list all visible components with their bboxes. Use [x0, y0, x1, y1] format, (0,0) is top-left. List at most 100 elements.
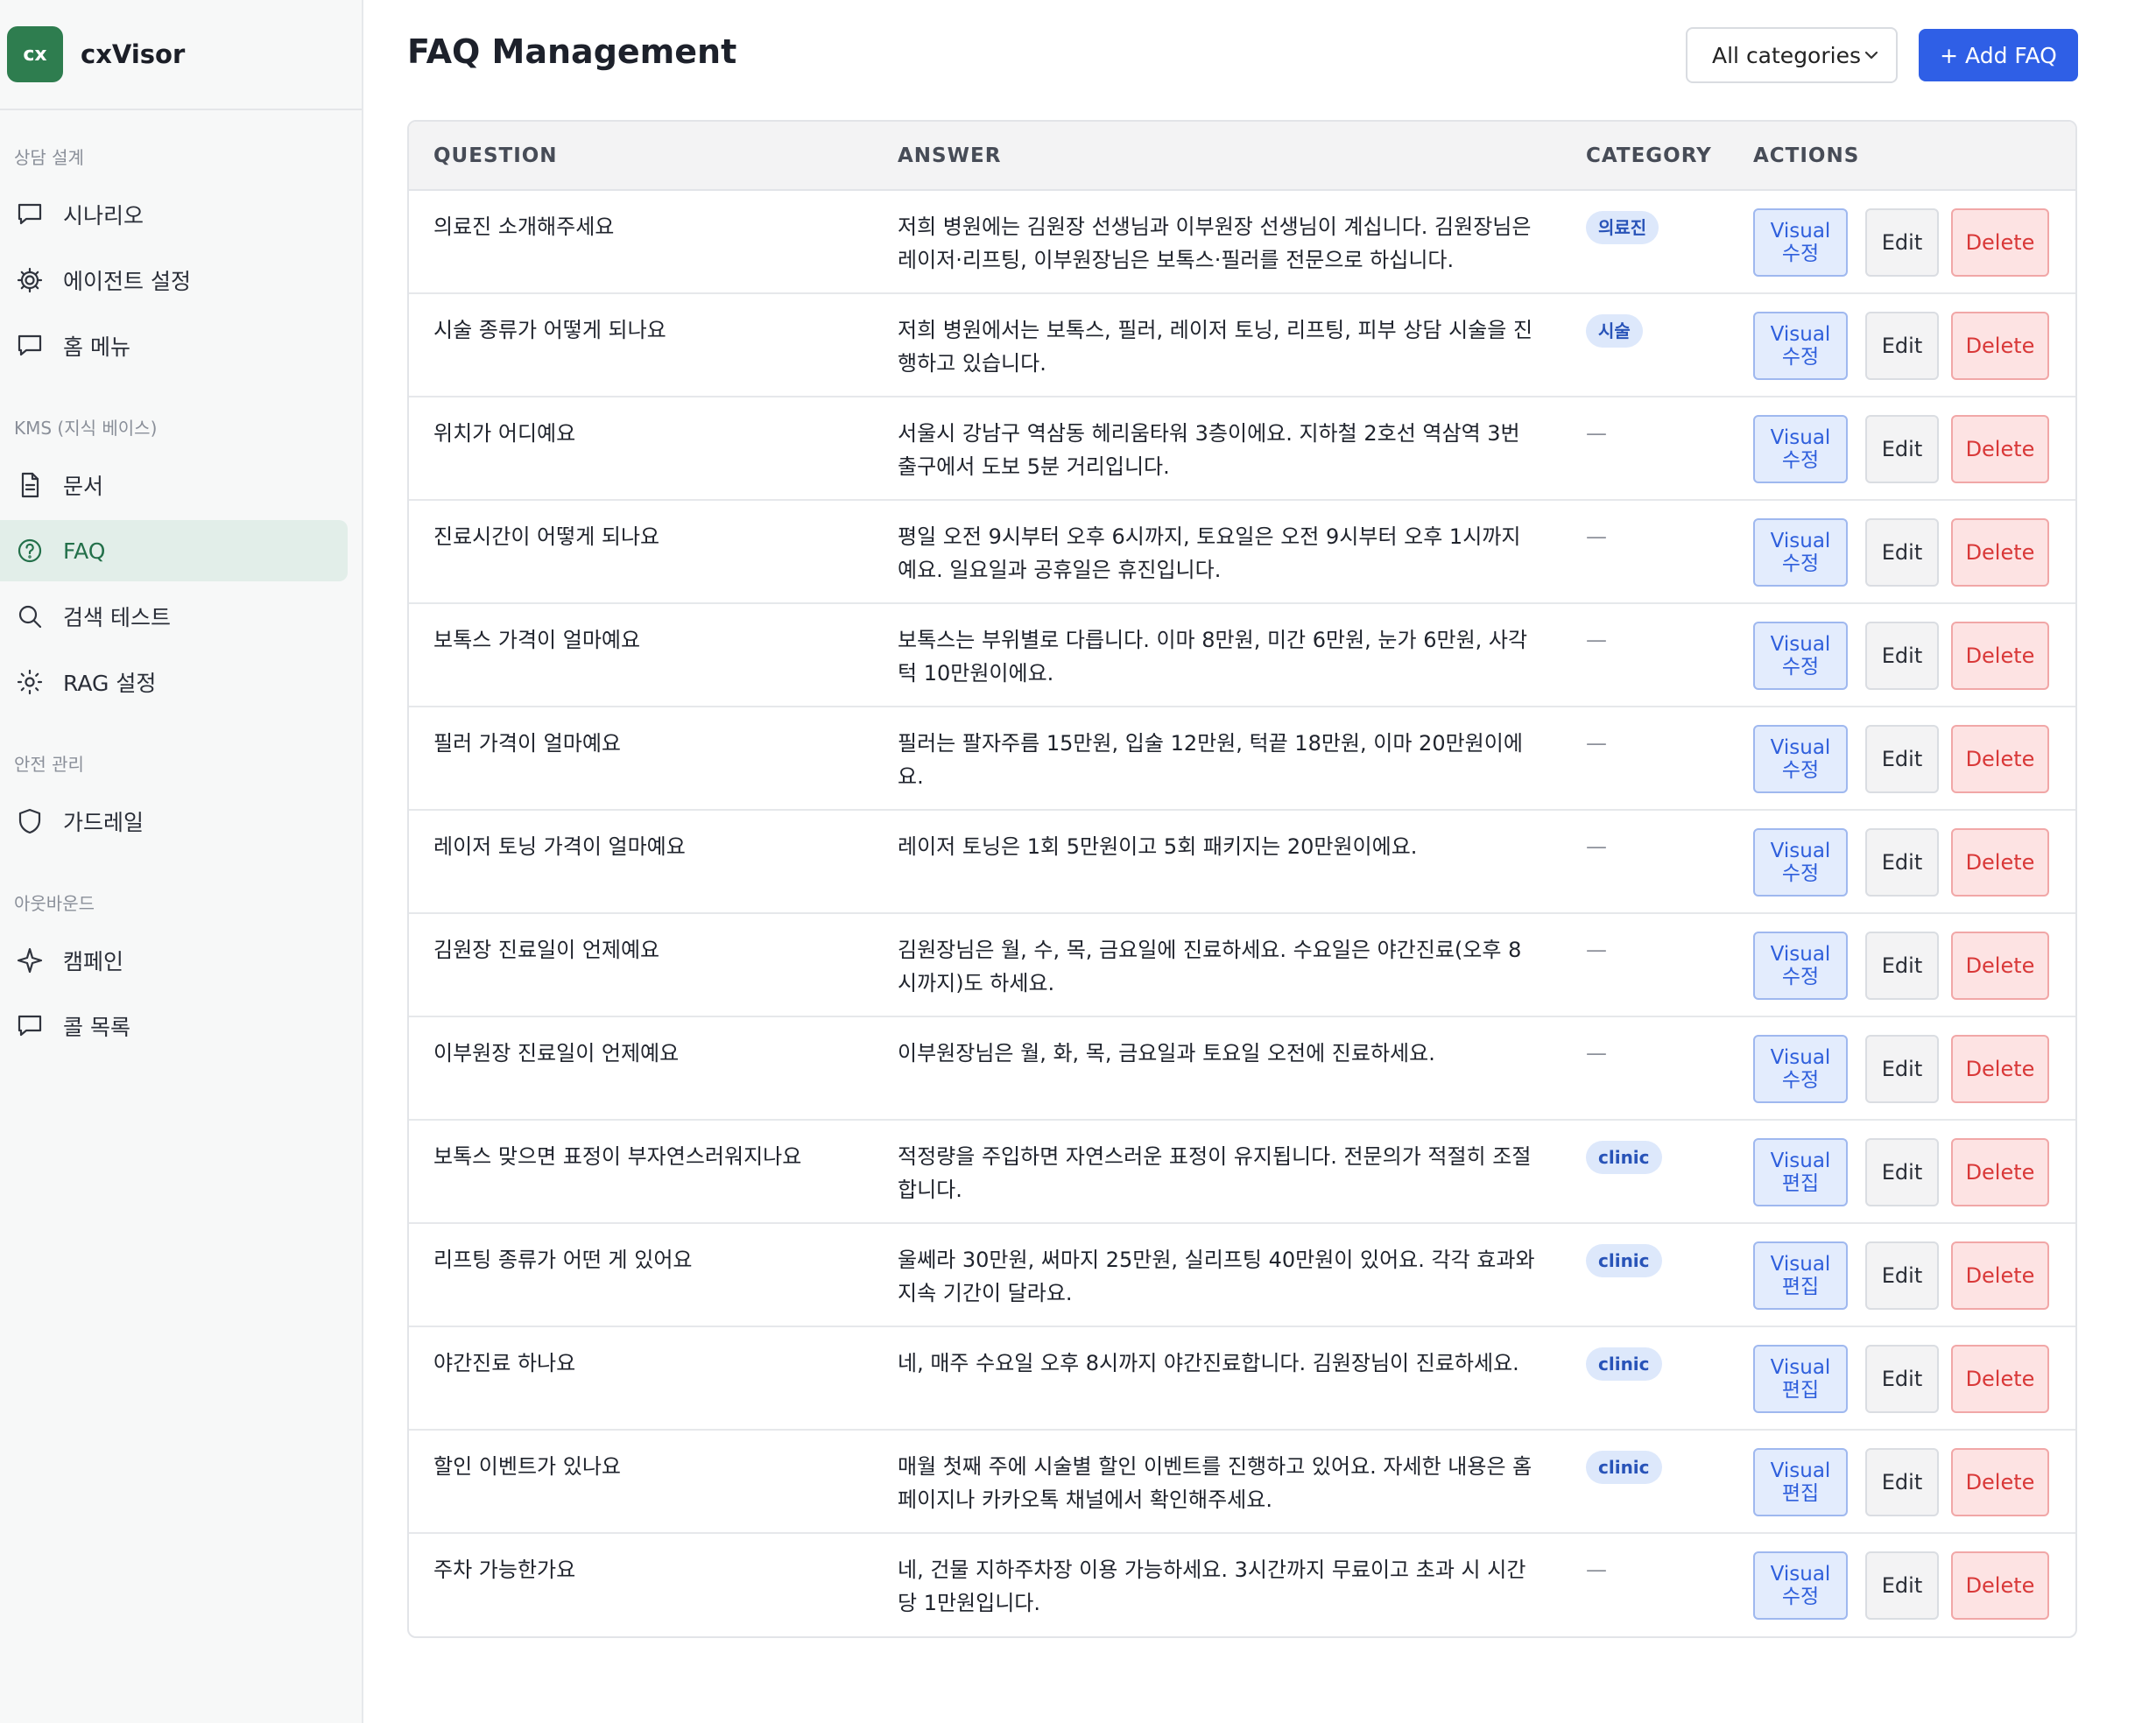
empty-category: — [1586, 524, 1607, 549]
edit-button[interactable]: Edit [1865, 1035, 1939, 1103]
table-row: 주차 가능한가요 네, 건물 지하주차장 이용 가능하세요. 3시간까지 무료이고… [409, 1533, 2075, 1636]
delete-button[interactable]: Delete [1951, 622, 2049, 690]
delete-button[interactable]: Delete [1951, 518, 2049, 587]
edit-button[interactable]: Edit [1865, 415, 1939, 483]
sidebar-item[interactable]: RAG 설정 [0, 651, 348, 713]
sidebar-item[interactable]: FAQ [0, 520, 348, 581]
visual-edit-label: Visual [1770, 323, 1831, 346]
nav-group: 상담 설계 시나리오 에이전트 설정 홈 메뉴 [0, 110, 362, 376]
visual-edit-label: Visual [1770, 943, 1831, 966]
edit-button[interactable]: Edit [1865, 622, 1939, 690]
nav-group-heading: KMS (지식 베이스) [14, 418, 158, 439]
edit-button[interactable]: Edit [1865, 1551, 1939, 1620]
edit-button[interactable]: Edit [1865, 1345, 1939, 1413]
delete-button[interactable]: Delete [1951, 932, 2049, 1000]
delete-button[interactable]: Delete [1951, 1448, 2049, 1516]
visual-edit-label: Visual [1770, 1253, 1831, 1276]
visual-edit-sublabel: 수정 [1781, 346, 1820, 369]
edit-button[interactable]: Edit [1865, 312, 1939, 380]
faq-answer: 필러는 팔자주름 15만원, 입술 12만원, 턱끝 18만원, 이마 20만원… [873, 707, 1561, 811]
faq-answer: 이부원장님은 월, 화, 목, 금요일과 토요일 오전에 진료하세요. [873, 1016, 1561, 1121]
row-actions: Visual 수정 Edit Delete [1753, 312, 2075, 380]
edit-button[interactable]: Edit [1865, 1138, 1939, 1206]
faq-category-cell: 의료진 [1561, 190, 1729, 294]
visual-edit-sublabel: 수정 [1781, 552, 1820, 575]
edit-button[interactable]: Edit [1865, 725, 1939, 793]
nav-group: KMS (지식 베이스) 문서 FAQ 검색 테스트 RAG 설정 [0, 381, 362, 713]
sidebar-item[interactable]: 문서 [0, 454, 348, 516]
add-faq-button[interactable]: + Add FAQ [1919, 29, 2078, 81]
edit-button[interactable]: Edit [1865, 932, 1939, 1000]
visual-edit-button[interactable]: Visual 편집 [1753, 1138, 1848, 1206]
visual-edit-sublabel: 수정 [1781, 1069, 1820, 1092]
table-header-row: QUESTION ANSWER CATEGORY ACTIONS [409, 122, 2075, 191]
edit-button[interactable]: Edit [1865, 828, 1939, 897]
delete-button[interactable]: Delete [1951, 725, 2049, 793]
visual-edit-button[interactable]: Visual 수정 [1753, 622, 1848, 690]
sidebar-item[interactable]: 에이전트 설정 [0, 250, 348, 311]
visual-edit-button[interactable]: Visual 수정 [1753, 828, 1848, 897]
delete-button[interactable]: Delete [1951, 1138, 2049, 1206]
sidebar-item[interactable]: 캠페인 [0, 930, 348, 991]
faq-actions-cell: Visual 편집 Edit Delete [1729, 1326, 2075, 1431]
category-filter-select[interactable]: All categories [1686, 27, 1898, 83]
visual-edit-button[interactable]: Visual 편집 [1753, 1345, 1848, 1413]
sidebar-item[interactable]: 시나리오 [0, 184, 348, 245]
delete-button[interactable]: Delete [1951, 208, 2049, 277]
visual-edit-sublabel: 수정 [1781, 243, 1820, 265]
visual-edit-button[interactable]: Visual 수정 [1753, 1035, 1848, 1103]
visual-edit-sublabel: 수정 [1781, 1586, 1820, 1608]
faq-actions-cell: Visual 편집 Edit Delete [1729, 1120, 2075, 1224]
visual-edit-button[interactable]: Visual 수정 [1753, 932, 1848, 1000]
visual-edit-label: Visual [1770, 1459, 1831, 1482]
delete-button[interactable]: Delete [1951, 1035, 2049, 1103]
visual-edit-label: Visual [1770, 1046, 1831, 1069]
faq-question: 할인 이벤트가 있나요 [409, 1430, 873, 1534]
sidebar-item[interactable]: 검색 테스트 [0, 586, 348, 647]
faq-actions-cell: Visual 편집 Edit Delete [1729, 1223, 2075, 1327]
edit-button[interactable]: Edit [1865, 1241, 1939, 1310]
faq-answer: 레이저 토닝은 1회 5만원이고 5회 패키지는 20만원이에요. [873, 810, 1561, 914]
visual-edit-button[interactable]: Visual 수정 [1753, 415, 1848, 483]
faq-question: 이부원장 진료일이 언제예요 [409, 1016, 873, 1121]
visual-edit-button[interactable]: Visual 수정 [1753, 312, 1848, 380]
faq-question: 시술 종류가 어떻게 되나요 [409, 293, 873, 397]
row-actions: Visual 수정 Edit Delete [1753, 932, 2075, 1000]
visual-edit-button[interactable]: Visual 수정 [1753, 725, 1848, 793]
faq-actions-cell: Visual 수정 Edit Delete [1729, 913, 2075, 1017]
visual-edit-button[interactable]: Visual 수정 [1753, 1551, 1848, 1620]
edit-button[interactable]: Edit [1865, 518, 1939, 587]
row-actions: Visual 수정 Edit Delete [1753, 415, 2075, 483]
sidebar-item[interactable]: 가드레일 [0, 791, 348, 852]
edit-button[interactable]: Edit [1865, 208, 1939, 277]
empty-category: — [1586, 834, 1607, 859]
faq-actions-cell: Visual 편집 Edit Delete [1729, 1430, 2075, 1534]
delete-button[interactable]: Delete [1951, 1345, 2049, 1413]
edit-button[interactable]: Edit [1865, 1448, 1939, 1516]
faq-category-cell: — [1561, 1016, 1729, 1121]
delete-button[interactable]: Delete [1951, 415, 2049, 483]
faq-actions-cell: Visual 수정 Edit Delete [1729, 707, 2075, 811]
gear-icon [14, 264, 46, 296]
visual-edit-button[interactable]: Visual 편집 [1753, 1241, 1848, 1310]
delete-button[interactable]: Delete [1951, 1241, 2049, 1310]
delete-button[interactable]: Delete [1951, 1551, 2049, 1620]
visual-edit-button[interactable]: Visual 수정 [1753, 208, 1848, 277]
delete-button[interactable]: Delete [1951, 828, 2049, 897]
faq-answer: 매월 첫째 주에 시술별 할인 이벤트를 진행하고 있어요. 자세한 내용은 홈… [873, 1430, 1561, 1534]
faq-answer: 서울시 강남구 역삼동 헤리움타워 3층이에요. 지하철 2호선 역삼역 3번 … [873, 397, 1561, 501]
visual-edit-button[interactable]: Visual 수정 [1753, 518, 1848, 587]
table-row: 야간진료 하나요 네, 매주 수요일 오후 8시까지 야간진료합니다. 김원장님이… [409, 1326, 2075, 1431]
visual-edit-button[interactable]: Visual 편집 [1753, 1448, 1848, 1516]
category-badge: 시술 [1586, 314, 1643, 348]
sidebar-item[interactable]: 콜 목록 [0, 995, 348, 1057]
visual-edit-sublabel: 수정 [1781, 862, 1820, 885]
category-badge: clinic [1586, 1347, 1662, 1381]
brand[interactable]: cx cxVisor [0, 0, 362, 110]
visual-edit-sublabel: 수정 [1781, 759, 1820, 782]
table-row: 리프팅 종류가 어떤 게 있어요 울쎄라 30만원, 써마지 25만원, 실리프팅… [409, 1223, 2075, 1327]
delete-button[interactable]: Delete [1951, 312, 2049, 380]
table-row: 보톡스 가격이 얼마예요 보톡스는 부위별로 다릅니다. 이마 8만원, 미간 6… [409, 603, 2075, 707]
sidebar-item[interactable]: 홈 메뉴 [0, 315, 348, 376]
visual-edit-label: Visual [1770, 840, 1831, 862]
